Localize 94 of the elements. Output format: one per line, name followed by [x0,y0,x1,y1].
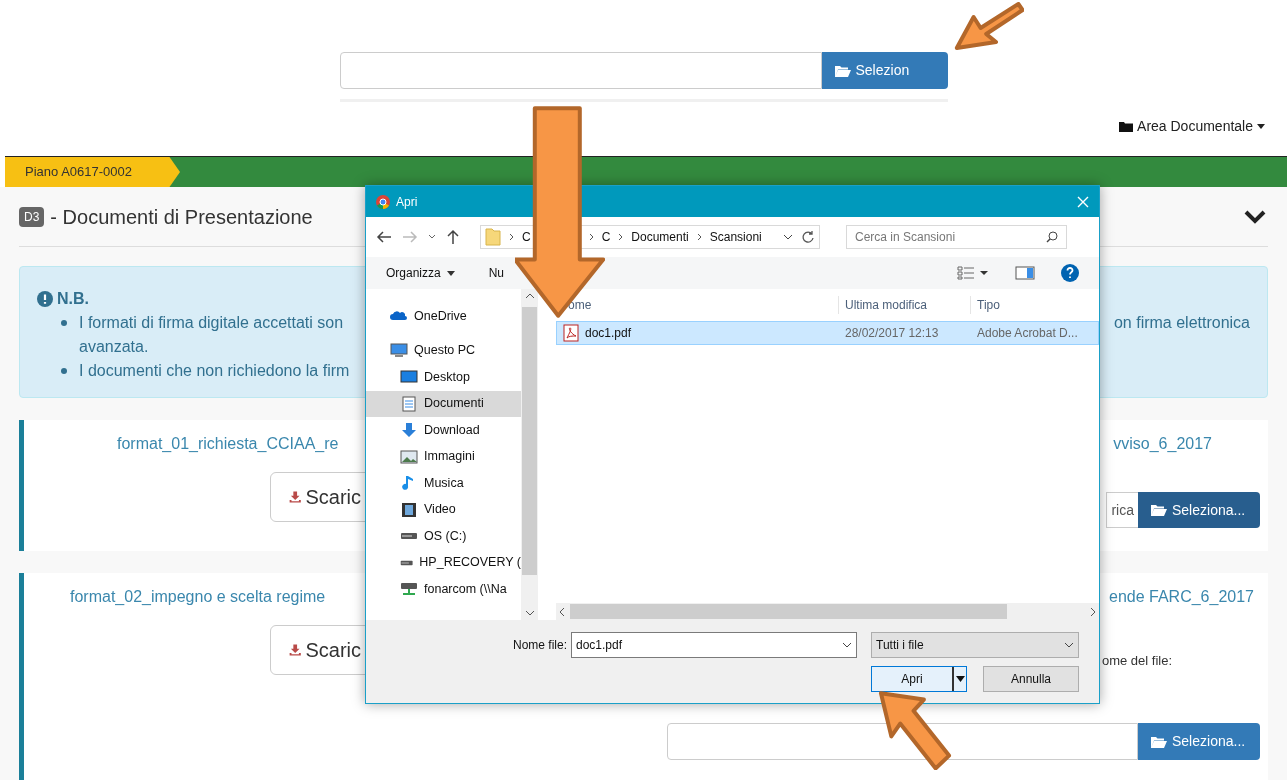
scroll-left-icon[interactable] [558,606,566,617]
browser-logo-icon [376,194,390,209]
nav-item[interactable]: Download [366,417,521,444]
chevron-icon [618,233,624,241]
bullet-icon [61,320,67,326]
up-icon[interactable] [446,229,460,245]
toolbar-button[interactable]: Organizza [386,264,455,282]
toolbar-button[interactable]: Nu [488,264,505,282]
chevron-down-icon[interactable] [1244,209,1266,224]
file-type-dropdown[interactable]: Tutti i file [871,632,1079,658]
document-title: ende FARC_6_2017 [1109,587,1254,607]
pdf-file-icon [563,324,579,342]
path-segment[interactable]: Documenti [631,228,689,246]
path-segment[interactable]: C [522,228,531,246]
scrollbar[interactable] [521,289,538,620]
caret-icon [955,676,965,682]
folder-open-icon [1150,734,1168,749]
image-icon [400,448,418,465]
caret-icon [1257,124,1265,129]
dropdown-icon [842,642,852,648]
dropdown-icon[interactable] [428,234,436,240]
path-segment[interactable]: Scansioni [709,228,762,246]
folder-icon [1119,121,1134,132]
file-type: Adobe Acrobat D... [976,325,1079,342]
select-button[interactable]: Seleziona... [1138,492,1260,528]
bullet-icon [61,368,67,374]
folder-icon [485,228,501,246]
caret-icon [446,270,455,276]
notice-text: I documenti che non richiedono la firm [79,361,350,381]
notice-title: N.B. [57,289,89,309]
nav-item[interactable]: Questo PC [366,337,521,364]
folder-open-icon [833,63,852,78]
folder-open-icon [1150,503,1168,517]
document-title: vviso_6_2017 [1113,434,1212,454]
scrollbar[interactable] [556,603,1099,620]
dropdown-icon [1064,642,1074,648]
documents-menu[interactable]: Area Documentale [1119,116,1265,137]
select-button[interactable]: Seleziona... [1138,723,1260,760]
path-segment[interactable]: C [601,228,611,246]
file-name: doc1.pdf [585,325,632,342]
callout-arrow [954,2,1024,52]
section-title: - Documenti di Presentazione [50,204,313,230]
dialog-title: Apri [396,193,419,211]
search-field[interactable]: Cerca in Scansioni [846,225,1067,249]
open-button[interactable]: Apri [871,666,967,692]
nav-item[interactable]: Desktop [366,364,521,391]
address-bar[interactable]: C C Documenti Scansioni [480,225,820,249]
chevron-icon [509,233,514,241]
nav-item[interactable]: fonarcom (\\Na [366,576,521,603]
document-icon [400,395,418,412]
search-icon [1046,231,1058,243]
filename-label: Nome file: [512,637,567,654]
file-type-field[interactable]: rica [1106,492,1138,528]
preview-pane-icon[interactable] [1015,266,1035,280]
column-header[interactable]: Tipo [970,296,1099,314]
section-badge: D3 [19,206,45,227]
desktop-icon [400,369,418,386]
select-button[interactable]: Selezion [821,52,948,89]
nav-item[interactable]: OS (C:) [366,523,521,550]
drive-icon [400,532,418,541]
file-path-field[interactable] [339,52,822,89]
refresh-icon[interactable] [801,230,815,244]
scroll-right-icon[interactable] [1089,606,1097,617]
nav-item[interactable]: Immagini [366,443,521,470]
chevron-icon [696,233,702,241]
close-icon[interactable] [1077,195,1089,208]
file-date: 28/02/2017 12:13 [844,325,940,342]
film-icon [400,501,418,518]
breadcrumb-tag[interactable]: Piano A0617-0002 [5,157,180,187]
column-header[interactable]: ome [568,298,592,312]
chevron-icon [588,233,594,241]
exclamation-icon [37,291,53,307]
nav-item[interactable]: Documenti [366,390,521,417]
dropdown-icon[interactable] [783,234,793,240]
nav-item[interactable]: OneDrive [366,303,521,330]
file-path-field[interactable] [667,723,1138,760]
network-drive-icon [400,581,418,598]
notice-text: I formati di firma digitale accettati son [79,313,344,333]
notice-text: avanzata. [79,337,149,357]
computer-icon [390,342,408,359]
back-icon[interactable] [376,231,392,243]
drive-icon [400,558,414,567]
cancel-button[interactable]: Annulla [983,666,1079,692]
document-title: format_02_impegno e scelta regime [70,587,326,607]
document-title: format_01_richiesta_CCIAA_re [117,434,339,454]
filename-field[interactable]: doc1.pdf [571,632,857,658]
nav-item[interactable]: HP_RECOVERY ( [366,549,521,576]
hint-text: ome del file: [1101,652,1172,670]
help-icon[interactable] [1061,264,1079,282]
download-icon [400,422,418,439]
column-header[interactable]: Ultima modifica [838,296,970,314]
view-options-icon[interactable] [957,266,989,280]
notice-text: on firma elettronica [1113,313,1250,333]
file-row[interactable]: doc1.pdf 28/02/2017 12:13 Adobe Acrobat D... [556,321,1099,345]
